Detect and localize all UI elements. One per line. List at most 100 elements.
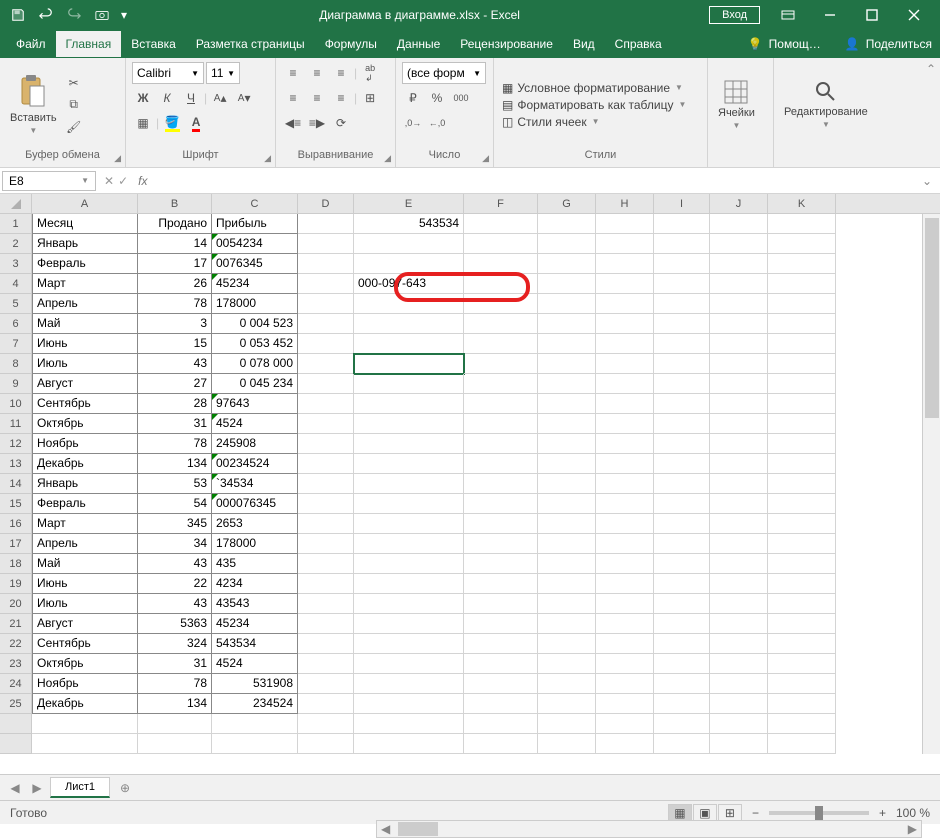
cell[interactable] [768, 434, 836, 454]
cell[interactable] [464, 474, 538, 494]
cell[interactable] [298, 294, 354, 314]
cell[interactable] [464, 294, 538, 314]
align-bottom-icon[interactable]: ≡ [330, 62, 352, 84]
cell[interactable] [298, 534, 354, 554]
cancel-formula-icon[interactable]: ✕ [104, 174, 114, 188]
cell[interactable]: 134 [138, 694, 212, 714]
cell[interactable]: Ноябрь [32, 674, 138, 694]
cell[interactable] [768, 594, 836, 614]
merge-icon[interactable]: ⊞ [359, 87, 381, 109]
cell[interactable] [710, 634, 768, 654]
cell[interactable] [710, 374, 768, 394]
cell[interactable] [538, 214, 596, 234]
cell[interactable]: 17 [138, 254, 212, 274]
page-layout-view-icon[interactable]: ▣ [693, 804, 717, 822]
cell[interactable]: Апрель [32, 294, 138, 314]
tab-справка[interactable]: Справка [605, 31, 672, 57]
cell[interactable] [354, 434, 464, 454]
qat-dropdown-icon[interactable]: ▾ [118, 3, 130, 27]
decrease-decimal-icon[interactable]: ←,0 [426, 112, 448, 134]
cell[interactable]: 43 [138, 554, 212, 574]
cell[interactable]: 14 [138, 234, 212, 254]
cell[interactable] [654, 334, 710, 354]
col-header[interactable]: I [654, 194, 710, 213]
cell[interactable] [596, 614, 654, 634]
cell[interactable] [538, 334, 596, 354]
cell[interactable]: Сентябрь [32, 634, 138, 654]
cell[interactable] [538, 374, 596, 394]
cell[interactable] [354, 494, 464, 514]
cell[interactable] [464, 654, 538, 674]
cell[interactable] [538, 274, 596, 294]
spreadsheet-grid[interactable]: ABCDEFGHIJK 1МесяцПроданоПрибыль5435342Я… [0, 194, 940, 774]
cell[interactable] [354, 514, 464, 534]
cell[interactable] [768, 514, 836, 534]
decrease-indent-icon[interactable]: ◀≡ [282, 112, 304, 134]
cell[interactable]: Июль [32, 594, 138, 614]
cell[interactable]: 43543 [212, 594, 298, 614]
cell[interactable] [596, 554, 654, 574]
row-header[interactable]: 9 [0, 374, 32, 394]
cell[interactable]: 26 [138, 274, 212, 294]
cell[interactable] [596, 674, 654, 694]
conditional-formatting-button[interactable]: ▦Условное форматирование▼ [500, 80, 689, 96]
row-header[interactable]: 19 [0, 574, 32, 594]
cell[interactable] [464, 394, 538, 414]
font-size-combo[interactable]: 11▼ [206, 62, 240, 84]
cell[interactable] [298, 474, 354, 494]
cell[interactable] [538, 354, 596, 374]
cell[interactable] [298, 254, 354, 274]
cell[interactable] [768, 694, 836, 714]
cell[interactable] [654, 574, 710, 594]
dialog-launcher-icon[interactable]: ◢ [482, 153, 489, 164]
cell[interactable] [654, 634, 710, 654]
cell[interactable]: `34534 [212, 474, 298, 494]
cell[interactable] [654, 454, 710, 474]
cell[interactable]: 000-097-643 [354, 274, 464, 294]
cell[interactable]: 78 [138, 674, 212, 694]
underline-icon[interactable]: Ч [180, 87, 202, 109]
cell[interactable]: 00234524 [212, 454, 298, 474]
cell[interactable] [710, 514, 768, 534]
cell[interactable] [768, 654, 836, 674]
row-header[interactable]: 7 [0, 334, 32, 354]
cell[interactable]: 435 [212, 554, 298, 574]
cell[interactable]: Декабрь [32, 694, 138, 714]
number-format-combo[interactable]: (все форм▼ [402, 62, 486, 84]
cell[interactable]: Май [32, 554, 138, 574]
paste-button[interactable]: Вставить ▼ [6, 72, 61, 137]
cell[interactable] [538, 554, 596, 574]
cell[interactable] [768, 294, 836, 314]
camera-icon[interactable] [90, 3, 114, 27]
cell[interactable]: 531908 [212, 674, 298, 694]
cell[interactable] [354, 614, 464, 634]
align-middle-icon[interactable]: ≡ [306, 62, 328, 84]
cell[interactable] [464, 554, 538, 574]
cell[interactable] [654, 374, 710, 394]
cell[interactable] [354, 234, 464, 254]
col-header[interactable]: F [464, 194, 538, 213]
cell[interactable]: 0076345 [212, 254, 298, 274]
cell[interactable] [596, 394, 654, 414]
cell[interactable] [596, 694, 654, 714]
row-header[interactable]: 1 [0, 214, 32, 234]
undo-icon[interactable] [34, 3, 58, 27]
tab-формулы[interactable]: Формулы [315, 31, 387, 57]
cell[interactable]: 0 053 452 [212, 334, 298, 354]
cell[interactable] [596, 474, 654, 494]
cell[interactable]: 34 [138, 534, 212, 554]
cell[interactable] [596, 214, 654, 234]
col-header[interactable]: E [354, 194, 464, 213]
row-header[interactable]: 12 [0, 434, 32, 454]
cell[interactable] [596, 454, 654, 474]
tab-вид[interactable]: Вид [563, 31, 605, 57]
cell[interactable]: Июнь [32, 574, 138, 594]
cell[interactable] [654, 654, 710, 674]
cell[interactable] [298, 234, 354, 254]
cell[interactable] [354, 334, 464, 354]
zoom-in-icon[interactable]: + [879, 806, 886, 820]
cell[interactable] [354, 634, 464, 654]
cell[interactable] [354, 674, 464, 694]
col-header[interactable]: G [538, 194, 596, 213]
cell[interactable] [464, 674, 538, 694]
